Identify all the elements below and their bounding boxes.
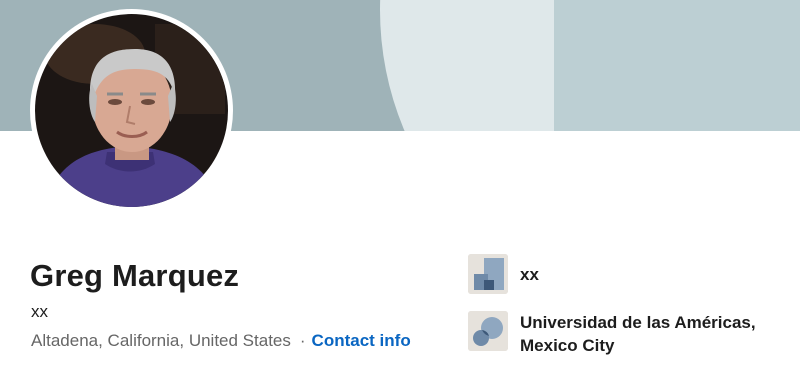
company-logo-icon bbox=[468, 254, 508, 294]
location-row: Altadena, California, United States · Cont… bbox=[31, 331, 411, 351]
profile-location: Altadena, California, United States bbox=[31, 331, 291, 350]
current-company-name: xx bbox=[520, 265, 539, 284]
contact-info-link[interactable]: Contact info bbox=[312, 331, 411, 350]
banner-panel-decoration bbox=[554, 0, 800, 131]
current-company-link[interactable]: xx bbox=[468, 254, 539, 294]
profile-photo-image bbox=[35, 14, 228, 207]
profile-name: Greg Marquez bbox=[30, 258, 240, 293]
profile-photo[interactable] bbox=[30, 9, 233, 212]
profile-headline: xx bbox=[31, 302, 48, 321]
education-school-name: Universidad de las Américas, Mexico City bbox=[520, 313, 756, 355]
separator-dot: · bbox=[299, 331, 306, 350]
education-school-link[interactable]: Universidad de las Américas, Mexico City bbox=[468, 311, 790, 357]
school-logo-icon bbox=[468, 311, 508, 351]
